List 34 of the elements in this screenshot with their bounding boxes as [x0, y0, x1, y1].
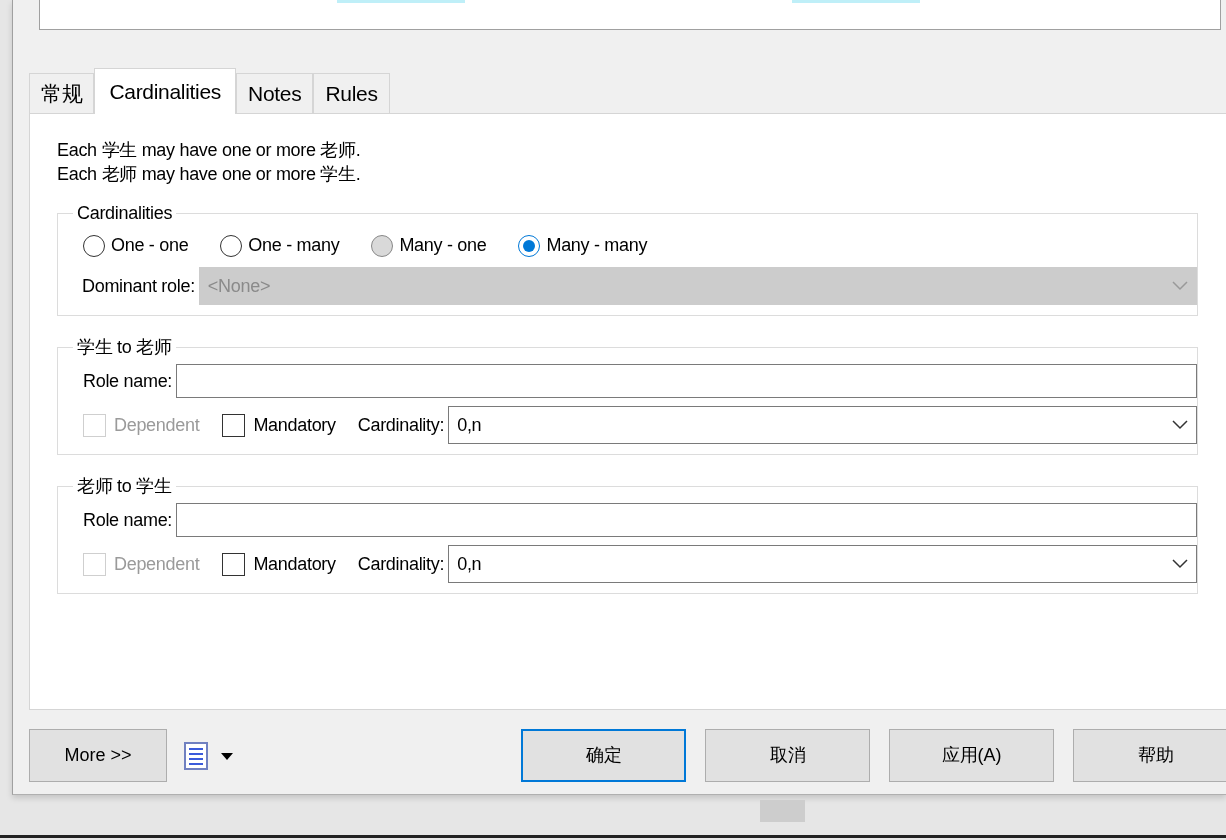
dialog-button[interactable]: 应用(A): [889, 729, 1054, 782]
tab[interactable]: Notes: [236, 73, 314, 113]
text-field[interactable]: [176, 503, 1197, 537]
group-title: Cardinalities: [76, 202, 174, 224]
tab[interactable]: Cardinalities: [94, 68, 237, 114]
dialog-button[interactable]: 取消: [705, 729, 870, 782]
field-label: Role name:: [83, 508, 173, 532]
dropdown[interactable]: 0,n: [448, 406, 1197, 444]
dropdown[interactable]: 0,n: [448, 545, 1197, 583]
chevron-icon: [1172, 559, 1188, 569]
chevron-icon: [1172, 420, 1188, 430]
scrollbar-thumb[interactable]: [760, 800, 805, 822]
group-title: 老师 to 学生: [76, 475, 173, 497]
chevron-icon: [1172, 281, 1188, 291]
tab[interactable]: Rules: [313, 73, 390, 113]
field-label: Dominant role:: [82, 274, 195, 298]
tab[interactable]: 常规: [29, 73, 95, 113]
more-button[interactable]: More >>: [29, 729, 167, 782]
caret-icon[interactable]: [220, 750, 234, 761]
field-label: Role name:: [83, 369, 173, 393]
group-title: 学生 to 老师: [76, 336, 173, 358]
radio-option[interactable]: Many - one: [371, 232, 487, 259]
field-label: Cardinality:: [357, 413, 445, 437]
checkbox[interactable]: Mandatory: [222, 550, 336, 578]
dialog-button[interactable]: 帮助: [1073, 729, 1226, 782]
radio-option[interactable]: One - many: [220, 232, 340, 259]
description-text: Each 老师 may have one or more 学生.: [57, 163, 362, 186]
checkbox[interactable]: Mandatory: [222, 411, 336, 439]
text-field[interactable]: [176, 364, 1197, 398]
radio-option[interactable]: Many - many: [518, 232, 648, 259]
description-text: Each 学生 may have one or more 老师.: [57, 139, 362, 162]
radio-option[interactable]: One - one: [83, 232, 189, 259]
field-label: Cardinality:: [357, 552, 445, 576]
dialog-button[interactable]: 确定: [521, 729, 686, 782]
